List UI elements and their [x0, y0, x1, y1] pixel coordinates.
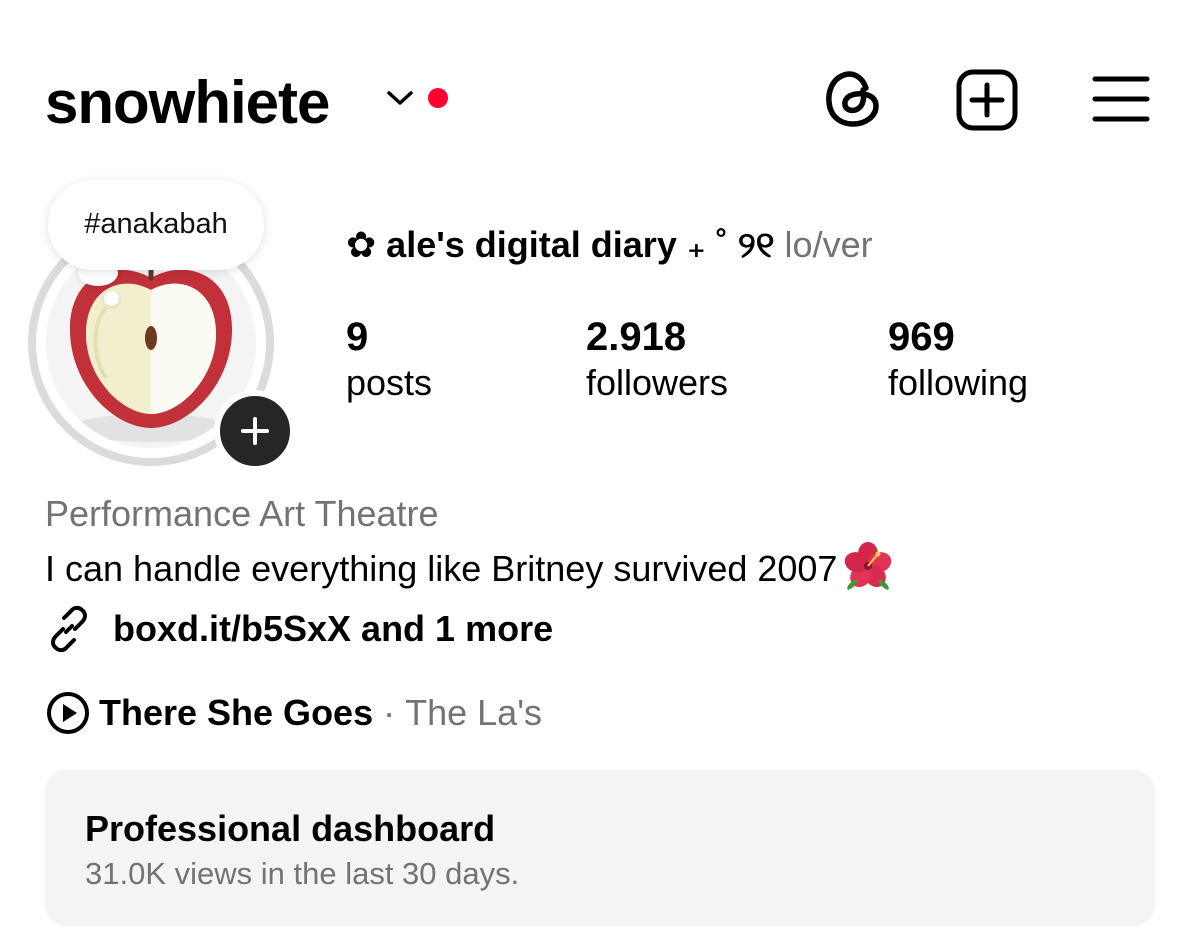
- dashboard-title: Professional dashboard: [85, 808, 496, 849]
- professional-dashboard-card[interactable]: Professional dashboard 31.0K views in th…: [45, 770, 1155, 926]
- external-link[interactable]: boxd.it/b5SxX and 1 more: [45, 604, 553, 654]
- hibiscus-icon: [845, 542, 892, 590]
- display-name: ✿ ale's digital diary ₊ ˚ ୨୧ lo/ver: [346, 222, 873, 268]
- note-text: #anakabah: [84, 208, 228, 240]
- followers-count[interactable]: 2.918 followers: [586, 314, 728, 406]
- chevron-down-icon[interactable]: [384, 85, 416, 111]
- dashboard-subtitle: 31.0K views in the last 30 days.: [85, 856, 520, 891]
- song-separator: ·: [383, 692, 396, 733]
- link-icon: [51, 605, 87, 653]
- username-switcher[interactable]: snowhiete: [45, 68, 330, 138]
- play-circle-icon: [47, 692, 89, 734]
- bio-text: I can handle everything like Britney sur…: [45, 541, 893, 592]
- song-title: There She Goes: [99, 692, 374, 733]
- new-post-button[interactable]: [955, 68, 1019, 132]
- profile-music[interactable]: There She Goes · The La's: [45, 688, 542, 738]
- posts-value: 9: [346, 315, 369, 359]
- menu-button[interactable]: [1092, 74, 1150, 124]
- following-value: 969: [888, 315, 955, 359]
- notification-dot: [428, 88, 448, 108]
- plus-icon: [241, 417, 269, 445]
- followers-value: 2.918: [586, 315, 687, 359]
- display-name-text: ✿ ale's digital diary ₊ ˚ ୨୧: [346, 224, 775, 265]
- link-text: boxd.it/b5SxX and 1 more: [113, 608, 554, 649]
- following-count[interactable]: 969 following: [888, 314, 1028, 406]
- pronouns: lo/ver: [784, 224, 873, 265]
- threads-icon[interactable]: [822, 66, 884, 130]
- posts-label: posts: [346, 362, 433, 403]
- followers-label: followers: [586, 362, 729, 403]
- note-bubble[interactable]: #anakabah: [48, 180, 264, 270]
- profile-category: Performance Art Theatre: [45, 493, 439, 534]
- posts-count[interactable]: 9 posts: [346, 314, 432, 406]
- song-artist: The La's: [405, 692, 543, 733]
- note-bubble-tail-small: [104, 291, 119, 306]
- following-label: following: [888, 362, 1029, 403]
- bio-line: I can handle everything like Britney sur…: [45, 548, 838, 589]
- menu-icon: [1092, 76, 1150, 122]
- add-story-button[interactable]: [214, 390, 296, 472]
- new-post-icon: [956, 69, 1018, 131]
